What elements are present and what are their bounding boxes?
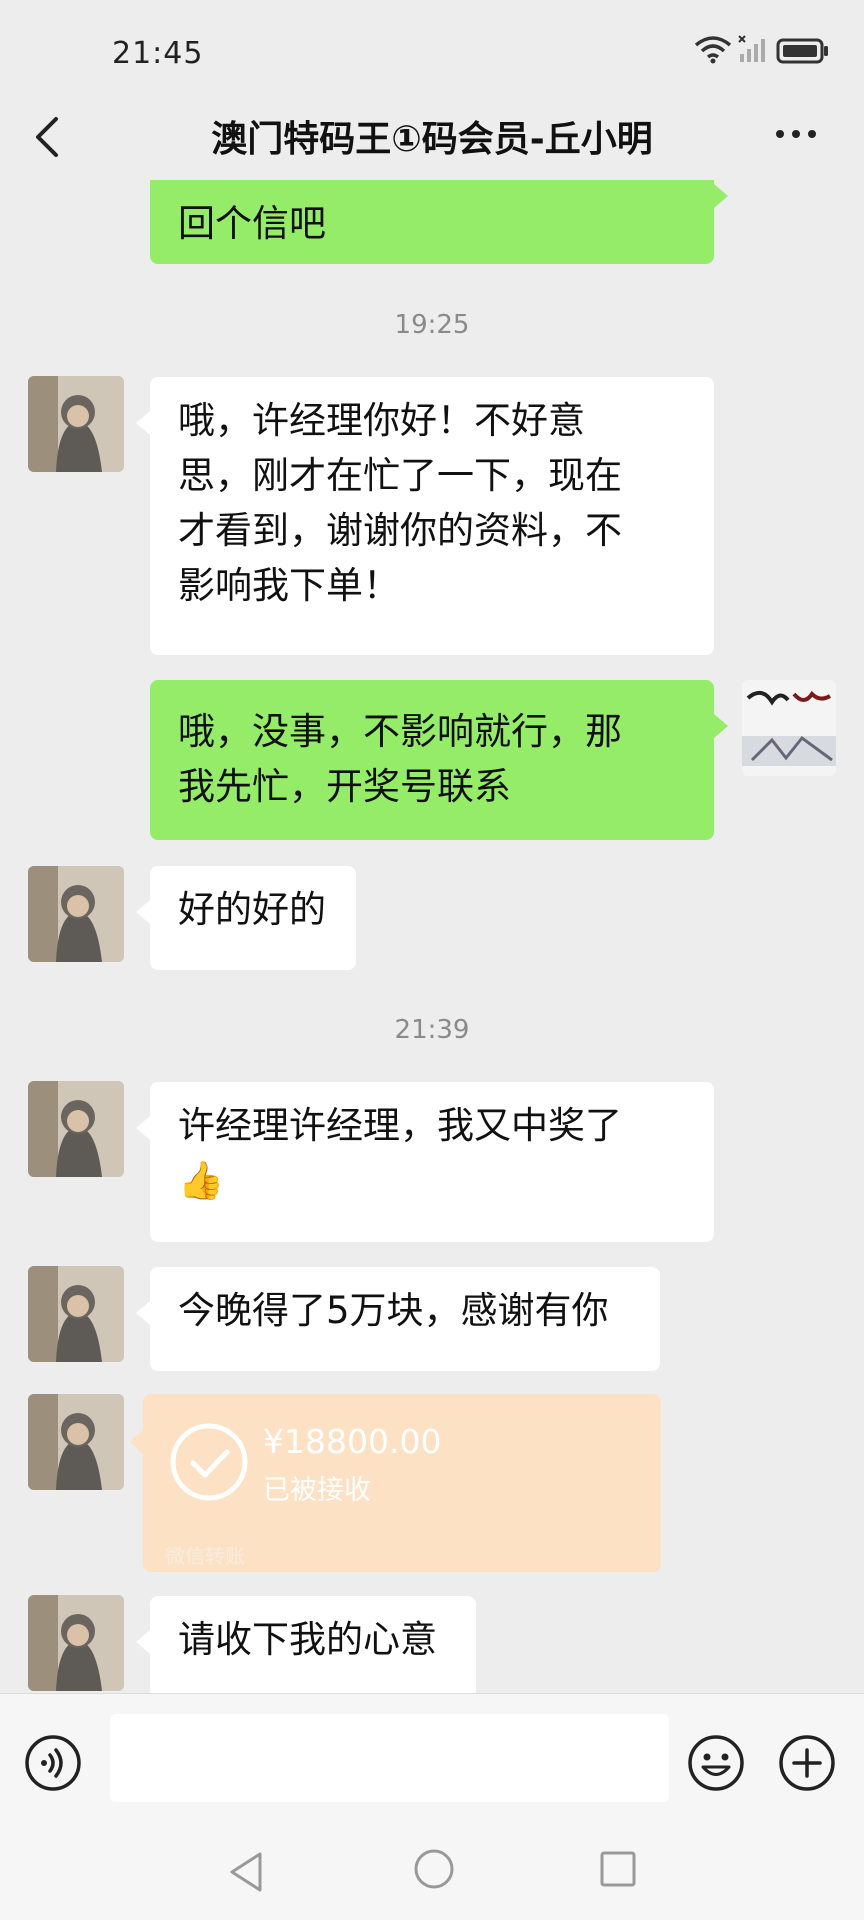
- contact-avatar[interactable]: [28, 1394, 124, 1490]
- my-avatar[interactable]: [742, 680, 836, 776]
- avatar-image: [28, 866, 124, 962]
- plus-icon[interactable]: [778, 1734, 836, 1792]
- contact-avatar[interactable]: [28, 1081, 124, 1177]
- timestamp: 19:25: [394, 310, 470, 340]
- avatar-image: [28, 1266, 124, 1362]
- avatar-image: [28, 1081, 124, 1177]
- check-icon: [170, 1423, 248, 1501]
- nav-home-icon[interactable]: [412, 1847, 456, 1891]
- status-time: 21:45: [112, 36, 204, 71]
- message-bubble-incoming[interactable]: 许经理许经理，我又中奖了 👍: [136, 1082, 714, 1242]
- contact-avatar[interactable]: [28, 376, 124, 472]
- timestamp: 21:39: [394, 1015, 470, 1045]
- transfer-card[interactable]: ¥18800.00 已被接收 微信转账: [130, 1394, 661, 1572]
- transfer-status: 已被接收: [263, 1475, 371, 1506]
- nav-back-icon[interactable]: [226, 1850, 266, 1894]
- message-bubble-incoming[interactable]: 哦，许经理你好！不好意 思，刚才在忙了一下，现在 才看到，谢谢你的资料，不 影响…: [136, 377, 714, 655]
- contact-avatar[interactable]: [28, 866, 124, 962]
- transfer-footer: 微信转账: [165, 1544, 245, 1568]
- chat-title: 澳门特码王①码会员-丘小明: [211, 119, 653, 160]
- message-bubble-incoming[interactable]: 今晚得了5万块，感谢有你: [136, 1267, 660, 1371]
- message-bubble-incoming[interactable]: 好的好的: [136, 866, 356, 970]
- message-bubble-incoming[interactable]: 请收下我的心意: [136, 1596, 476, 1693]
- contact-avatar[interactable]: [28, 1266, 124, 1362]
- chat-area[interactable]: 回个信吧 19:25 哦，许经理你好！不好意 思，刚才在忙了一下，现在 才看到，…: [0, 180, 864, 1693]
- transfer-amount: ¥18800.00: [263, 1422, 442, 1461]
- more-icon[interactable]: [772, 114, 820, 154]
- message-bubble-outgoing[interactable]: 哦，没事，不影响就行，那 我先忙，开奖号联系: [150, 680, 728, 840]
- contact-avatar[interactable]: [28, 1595, 124, 1691]
- emoji-icon[interactable]: [687, 1734, 745, 1792]
- nav-recent-icon[interactable]: [598, 1849, 638, 1889]
- avatar-image: [28, 1595, 124, 1691]
- avatar-image: [28, 376, 124, 472]
- avatar-image: [28, 1394, 124, 1490]
- wifi-icon: [694, 36, 732, 64]
- voice-icon[interactable]: [24, 1734, 82, 1792]
- message-bubble-outgoing[interactable]: 回个信吧: [150, 180, 728, 264]
- signal-icon: [738, 35, 765, 62]
- battery-icon: [776, 38, 828, 64]
- avatar-image: [742, 680, 836, 776]
- message-input[interactable]: [110, 1714, 669, 1802]
